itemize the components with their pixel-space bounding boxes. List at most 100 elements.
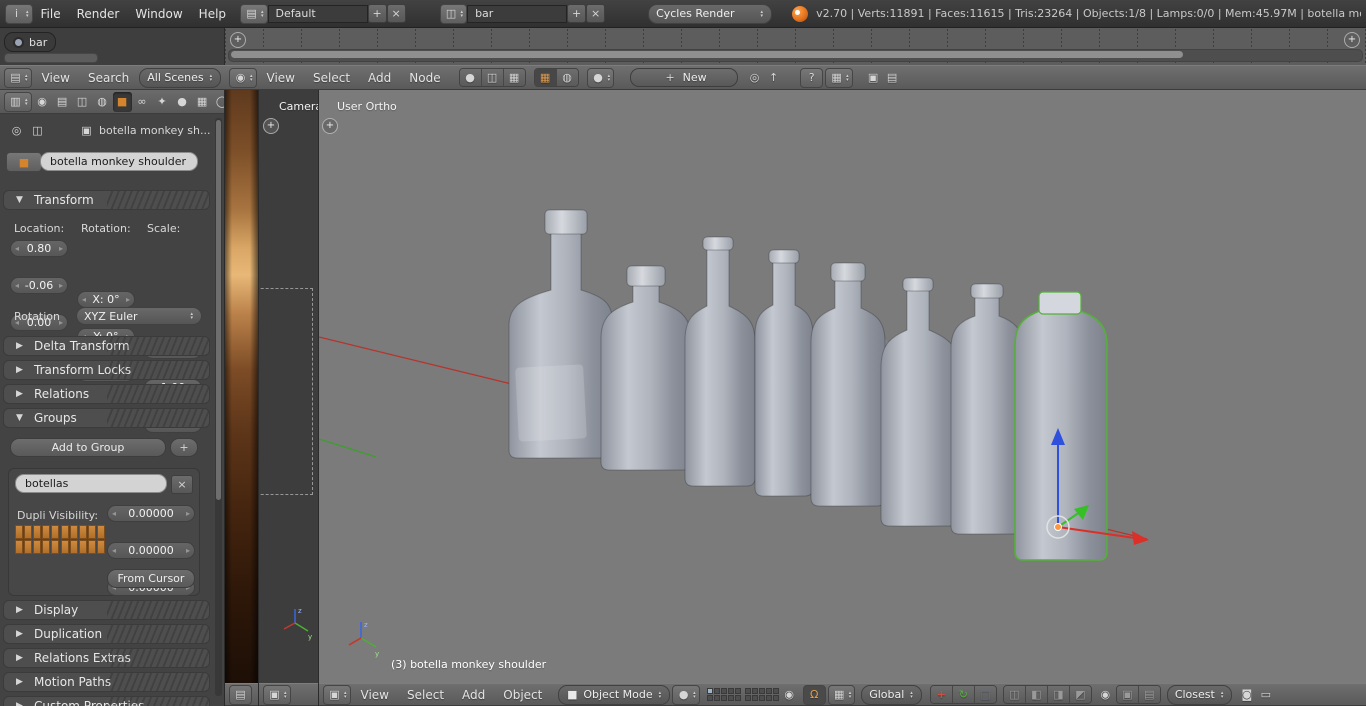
menu-object[interactable]: Object: [495, 687, 550, 703]
tab-modifiers[interactable]: [153, 92, 172, 112]
add-to-group-button[interactable]: Add to Group: [10, 438, 166, 457]
new-node-tree-button[interactable]: New: [630, 68, 739, 87]
panel-drag-handle[interactable]: [106, 625, 209, 643]
dupli-layers-grid-right[interactable]: [61, 525, 105, 554]
menu-view[interactable]: View: [353, 687, 397, 703]
rotation-x-field[interactable]: X: 0°: [77, 291, 135, 308]
compositing-nodes-button[interactable]: [481, 69, 504, 86]
scrollbar-thumb[interactable]: [216, 120, 221, 500]
menu-window[interactable]: Window: [127, 6, 190, 22]
tab-physics[interactable]: [213, 92, 224, 112]
material-slot-button[interactable]: [586, 67, 615, 88]
panel-drag-handle[interactable]: [106, 649, 209, 667]
delete-screen-layout-button[interactable]: [386, 4, 406, 23]
reference-image[interactable]: [225, 90, 258, 683]
panel-drag-handle[interactable]: [106, 337, 209, 355]
dupli-layers-grid-left[interactable]: [15, 525, 59, 554]
orientation-dropdown[interactable]: Global: [861, 684, 922, 705]
from-cursor-button[interactable]: From Cursor: [107, 569, 195, 588]
outliner-scene-item[interactable]: bar: [4, 32, 57, 52]
menu-node[interactable]: Node: [401, 70, 448, 86]
region-expand-icon[interactable]: [263, 118, 279, 134]
dupli-offset-y-field[interactable]: 0.00000: [107, 542, 195, 559]
texture-nodes-button[interactable]: [503, 69, 525, 86]
panel-drag-handle[interactable]: [106, 601, 209, 619]
tab-scene[interactable]: [73, 92, 92, 112]
menu-add[interactable]: Add: [360, 70, 399, 86]
scene-browse-button[interactable]: [439, 3, 468, 24]
pin-icon[interactable]: [8, 122, 25, 139]
region-expand-icon[interactable]: [230, 32, 246, 48]
tab-world[interactable]: [93, 92, 112, 112]
camera-viewport[interactable]: Camera z y: [258, 90, 318, 706]
editor-type-button[interactable]: [5, 3, 33, 24]
proportional-falloff-button[interactable]: [1025, 686, 1048, 703]
mode-dropdown[interactable]: Object Mode: [558, 684, 671, 705]
editor-type-button[interactable]: [229, 67, 257, 88]
snap-element-dropdown[interactable]: [827, 684, 856, 705]
outliner-canvas[interactable]: bar: [0, 28, 225, 65]
menu-search[interactable]: Search: [80, 70, 137, 86]
group-name-field[interactable]: botellas: [15, 474, 167, 493]
scale-manipulator-button[interactable]: [974, 686, 996, 703]
menu-render[interactable]: Render: [69, 6, 128, 22]
menu-select[interactable]: Select: [305, 70, 358, 86]
bottle-row[interactable]: [508, 209, 1108, 561]
camera-viewport-canvas[interactable]: Camera z y: [259, 90, 318, 683]
snap-node-button[interactable]: [825, 67, 853, 88]
panel-relations[interactable]: Relations: [3, 384, 210, 404]
panel-relations-extras[interactable]: Relations Extras: [3, 648, 210, 668]
panel-drag-handle[interactable]: [106, 385, 209, 403]
region-expand-icon[interactable]: [1344, 32, 1360, 48]
screen-layout-field[interactable]: Default: [267, 4, 368, 23]
rotation-mode-dropdown[interactable]: XYZ Euler: [76, 307, 202, 325]
editor-type-button[interactable]: [263, 684, 291, 705]
tab-object[interactable]: [112, 91, 132, 112]
panel-drag-handle[interactable]: [106, 673, 209, 691]
delete-scene-button[interactable]: [586, 4, 606, 23]
editor-type-button[interactable]: [4, 67, 32, 88]
menu-add[interactable]: Add: [454, 687, 493, 703]
opengl-render-icon[interactable]: [1238, 686, 1255, 703]
panel-duplication[interactable]: Duplication: [3, 624, 210, 644]
backdrop-icon[interactable]: [884, 69, 901, 86]
scene-lock-icon[interactable]: [781, 686, 798, 703]
editor-type-button[interactable]: [323, 684, 351, 705]
panel-custom-properties[interactable]: Custom Properties: [3, 696, 210, 706]
snap-self-button[interactable]: [1116, 686, 1139, 703]
panel-drag-handle[interactable]: [106, 191, 209, 209]
add-screen-layout-button[interactable]: [367, 4, 387, 23]
dupli-offset-x-field[interactable]: 0.00000: [107, 505, 195, 522]
add-group-plus-button[interactable]: [170, 438, 198, 457]
outliner-display-mode-dropdown[interactable]: All Scenes: [139, 67, 222, 88]
editor-type-button[interactable]: [4, 91, 32, 112]
panel-drag-handle[interactable]: [106, 697, 209, 706]
go-to-parent-icon[interactable]: [765, 69, 782, 86]
render-engine-dropdown[interactable]: Cycles Render: [648, 3, 773, 24]
overlay-icon[interactable]: [865, 69, 882, 86]
snap-target-dropdown[interactable]: Closest: [1166, 684, 1233, 705]
panel-drag-handle[interactable]: [106, 361, 209, 379]
panel-drag-handle[interactable]: [106, 409, 209, 427]
node-editor-canvas[interactable]: [225, 28, 1366, 65]
region-expand-icon[interactable]: [322, 118, 338, 134]
tab-constraints[interactable]: [133, 92, 152, 112]
outliner-scrollbar[interactable]: [4, 53, 98, 63]
snap-extra-button[interactable]: [1047, 686, 1070, 703]
panel-delta-transform[interactable]: Delta Transform: [3, 336, 210, 356]
layers-widget-right[interactable]: [744, 688, 779, 701]
add-scene-button[interactable]: [567, 4, 587, 23]
menu-view[interactable]: View: [259, 70, 303, 86]
rotate-manipulator-button[interactable]: [952, 686, 975, 703]
tab-texture[interactable]: [193, 92, 212, 112]
menu-select[interactable]: Select: [399, 687, 452, 703]
pin-icon[interactable]: [746, 69, 763, 86]
menu-view[interactable]: View: [34, 70, 78, 86]
location-y-field[interactable]: -0.06: [10, 277, 68, 294]
viewport-scene[interactable]: [319, 90, 1366, 683]
panel-transform-locks[interactable]: Transform Locks: [3, 360, 210, 380]
panel-display[interactable]: Display: [3, 600, 210, 620]
scene-name-field[interactable]: bar: [467, 4, 568, 23]
auto-render-button[interactable]: [800, 67, 824, 88]
layers-widget-left[interactable]: [706, 688, 741, 701]
